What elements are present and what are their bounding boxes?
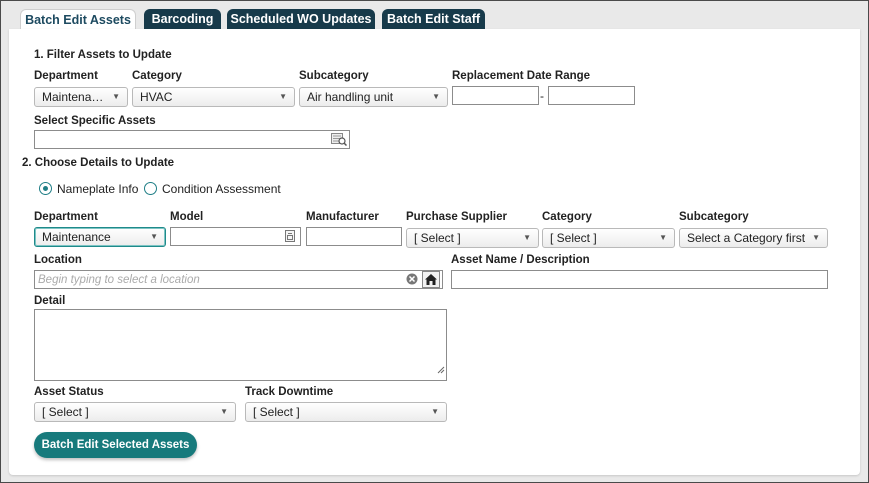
chevron-down-icon: ▼ xyxy=(150,232,158,241)
detail-department-value: Maintenance xyxy=(42,230,111,244)
detail-label: Detail xyxy=(34,295,66,307)
model-input[interactable] xyxy=(170,227,301,246)
asset-status-select[interactable]: [ Select ] ▼ xyxy=(34,402,236,422)
section-details-title: 2. Choose Details to Update xyxy=(22,157,175,169)
small-list-icon[interactable] xyxy=(285,230,295,247)
chevron-down-icon: ▼ xyxy=(659,233,667,242)
asset-status-value: [ Select ] xyxy=(42,405,89,419)
filter-subcategory-value: Air handling unit xyxy=(307,90,394,104)
detail-department-select[interactable]: Maintenance ▼ xyxy=(34,227,166,247)
detail-textarea[interactable] xyxy=(34,309,447,381)
tab-barcoding[interactable]: Barcoding xyxy=(144,9,221,30)
location-input[interactable]: Begin typing to select a location xyxy=(34,270,443,289)
filter-subcategory-select[interactable]: Air handling unit ▼ xyxy=(299,87,448,107)
manufacturer-label: Manufacturer xyxy=(306,211,379,223)
detail-subcategory-select[interactable]: Select a Category first ▼ xyxy=(679,228,828,248)
condition-assessment-radio[interactable] xyxy=(144,182,157,195)
lookup-list-icon[interactable] xyxy=(331,132,348,151)
batch-edit-panel: 1. Filter Assets to Update Department Ma… xyxy=(9,29,860,475)
replacement-date-from-input[interactable] xyxy=(452,86,539,105)
filter-category-label: Category xyxy=(132,70,182,82)
asset-name-label: Asset Name / Description xyxy=(451,254,590,266)
filter-department-value: Maintena… xyxy=(42,90,104,104)
asset-status-label: Asset Status xyxy=(34,386,104,398)
purchase-supplier-value: [ Select ] xyxy=(414,231,461,245)
location-label: Location xyxy=(34,254,82,266)
chevron-down-icon: ▼ xyxy=(279,92,287,101)
tab-scheduled-wo-updates[interactable]: Scheduled WO Updates xyxy=(227,9,375,30)
manufacturer-input[interactable] xyxy=(306,227,402,246)
batch-edit-submit-button[interactable]: Batch Edit Selected Assets xyxy=(34,432,197,458)
replacement-date-range-label: Replacement Date Range xyxy=(452,70,591,82)
purchase-supplier-select[interactable]: [ Select ] ▼ xyxy=(406,228,539,248)
detail-subcategory-value: Select a Category first xyxy=(687,231,806,245)
section-filter-title: 1. Filter Assets to Update xyxy=(34,49,172,61)
filter-department-label: Department xyxy=(34,70,98,82)
tab-batch-edit-staff[interactable]: Batch Edit Staff xyxy=(382,9,485,30)
detail-department-label: Department xyxy=(34,211,98,223)
detail-category-value: [ Select ] xyxy=(550,231,597,245)
tab-batch-edit-assets[interactable]: Batch Edit Assets xyxy=(20,9,136,30)
filter-category-select[interactable]: HVAC ▼ xyxy=(132,87,295,107)
filter-subcategory-label: Subcategory xyxy=(299,70,369,82)
asset-name-input[interactable] xyxy=(451,270,828,289)
filter-category-value: HVAC xyxy=(140,90,173,104)
home-icon[interactable] xyxy=(422,271,440,288)
chevron-down-icon: ▼ xyxy=(432,92,440,101)
chevron-down-icon: ▼ xyxy=(523,233,531,242)
location-placeholder: Begin typing to select a location xyxy=(38,274,200,286)
detail-category-label: Category xyxy=(542,211,592,223)
purchase-supplier-label: Purchase Supplier xyxy=(406,211,507,223)
chevron-down-icon: ▼ xyxy=(431,407,439,416)
chevron-down-icon: ▼ xyxy=(812,233,820,242)
date-range-separator: - xyxy=(540,89,544,103)
chevron-down-icon: ▼ xyxy=(220,407,228,416)
nameplate-info-radio[interactable] xyxy=(39,182,52,195)
select-specific-assets-label: Select Specific Assets xyxy=(34,115,156,127)
resize-handle-icon[interactable] xyxy=(437,362,445,379)
detail-category-select[interactable]: [ Select ] ▼ xyxy=(542,228,675,248)
track-downtime-value: [ Select ] xyxy=(253,405,300,419)
nameplate-info-label[interactable]: Nameplate Info xyxy=(57,182,138,196)
clear-circle-icon[interactable] xyxy=(406,273,418,290)
model-label: Model xyxy=(170,211,204,223)
chevron-down-icon: ▼ xyxy=(112,92,120,101)
detail-subcategory-label: Subcategory xyxy=(679,211,749,223)
filter-department-select[interactable]: Maintena… ▼ xyxy=(34,87,128,107)
specific-assets-input[interactable] xyxy=(34,130,350,149)
replacement-date-to-input[interactable] xyxy=(548,86,635,105)
track-downtime-select[interactable]: [ Select ] ▼ xyxy=(245,402,447,422)
condition-assessment-label[interactable]: Condition Assessment xyxy=(162,182,281,196)
track-downtime-label: Track Downtime xyxy=(245,386,334,398)
